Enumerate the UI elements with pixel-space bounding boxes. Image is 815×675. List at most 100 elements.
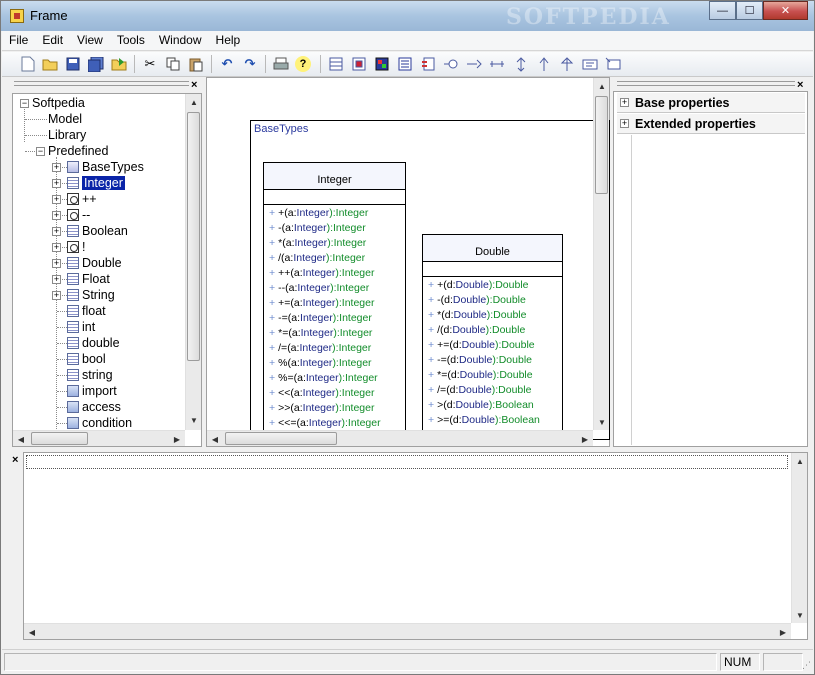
class-operation[interactable]: + ++(a:Integer):Integer [269,266,374,281]
output-horizontal-scrollbar[interactable]: ◀ ▶ [24,623,791,639]
menu-window[interactable]: Window [152,31,209,50]
tree-node-item[interactable]: BaseTypes [82,159,144,175]
minimize-button[interactable]: — [709,1,736,20]
canvas-hscroll-thumb[interactable] [225,432,337,445]
help-icon[interactable]: ? [295,56,311,72]
class-operation[interactable]: + +=(d:Double):Double [428,338,535,353]
class-icon[interactable] [327,55,345,73]
tree-node-item[interactable]: double [82,335,120,351]
collapse-minus-icon[interactable]: − [36,147,45,156]
print-icon[interactable] [272,55,290,73]
component-icon[interactable] [419,55,437,73]
class-operation[interactable]: + *=(a:Integer):Integer [269,326,372,341]
expand-plus-icon[interactable]: + [52,291,61,300]
package-icon[interactable] [350,55,368,73]
canvas-vertical-scrollbar[interactable]: ▲ ▼ [593,78,609,430]
properties-panel-grip[interactable] [617,81,795,86]
class-operation[interactable]: +/(a:Integer):Integer [269,251,365,266]
dependency-icon[interactable] [512,55,530,73]
class-operation[interactable]: + %=(a:Integer):Integer [269,371,378,386]
scroll-left-arrow-icon[interactable]: ◀ [24,624,40,640]
image-icon[interactable] [373,55,391,73]
menu-view[interactable]: View [70,31,110,50]
diagram-canvas[interactable]: BaseTypes Integer + +(a:Integer):Integer +… [206,77,610,447]
tree-node-root[interactable]: Softpedia [32,95,85,111]
scroll-up-arrow-icon[interactable]: ▲ [186,94,202,110]
expand-plus-icon[interactable]: + [52,179,61,188]
save-icon[interactable] [64,55,82,73]
canvas-scroll-thumb[interactable] [595,96,608,194]
menu-help[interactable]: Help [209,31,248,50]
scroll-up-arrow-icon[interactable]: ▲ [594,78,610,94]
class-operation[interactable]: + >=(d:Double):Boolean [428,413,540,428]
tree-panel-close-icon[interactable]: × [191,79,197,91]
maximize-button[interactable]: ☐ [736,1,763,20]
expand-plus-icon[interactable]: + [52,227,61,236]
title-bar[interactable]: Frame SOFTPEDIA — ☐ ✕ [1,1,814,31]
undo-icon[interactable]: ↶ [218,55,236,73]
expand-plus-icon[interactable]: + [52,211,61,220]
tree-node-item[interactable]: Boolean [82,223,128,239]
tree-node-item[interactable]: String [82,287,115,303]
tree-node-item[interactable]: Integer [82,175,125,191]
tree-node-item[interactable]: ++ [82,191,97,207]
scroll-right-arrow-icon[interactable]: ▶ [775,624,791,640]
object-icon[interactable] [396,55,414,73]
class-box-double[interactable]: Double + +(d:Double):Double + -(d:Double):D… [422,234,563,442]
class-operation[interactable]: + *(a:Integer):Integer [269,236,366,251]
tree-node-item[interactable]: int [82,319,95,335]
class-operation[interactable]: + <<=(a:Integer):Integer [269,416,381,431]
expand-plus-icon[interactable]: + [52,275,61,284]
menu-edit[interactable]: Edit [35,31,70,50]
output-panel[interactable]: ▲ ▼ ◀ ▶ [23,452,808,640]
class-operation[interactable]: + *(d:Double):Double [428,308,526,323]
tree-hscroll-thumb[interactable] [31,432,88,445]
output-panel-close-icon[interactable]: × [12,454,18,466]
class-operation[interactable]: + -=(a:Integer):Integer [269,311,372,326]
canvas-horizontal-scrollbar[interactable]: ◀ ▶ [207,430,593,446]
tree-node-item[interactable]: access [82,399,121,415]
tree-node-model[interactable]: Model [48,111,82,127]
export-icon[interactable] [110,55,128,73]
association-icon[interactable] [465,55,483,73]
class-operation[interactable]: + +(d:Double):Double [428,278,529,293]
class-operation[interactable]: +/=(d:Double):Double [428,383,531,398]
expand-plus-icon[interactable]: + [52,195,61,204]
tree-scroll-thumb[interactable] [187,112,200,361]
realization-icon[interactable] [558,55,576,73]
menu-tools[interactable]: Tools [110,31,152,50]
tree-node-library[interactable]: Library [48,127,86,143]
class-operation[interactable]: +/(d:Double):Double [428,323,525,338]
expand-plus-icon[interactable]: + [52,259,61,268]
scroll-left-arrow-icon[interactable]: ◀ [207,431,223,447]
tree-node-item[interactable]: ! [82,239,85,255]
tree-node-item[interactable]: string [82,367,113,383]
expand-plus-icon[interactable]: + [52,243,61,252]
tree-node-item[interactable]: Float [82,271,110,287]
redo-icon[interactable]: ↷ [241,55,259,73]
tree-vertical-scrollbar[interactable]: ▲ ▼ [185,94,201,430]
output-vertical-scrollbar[interactable]: ▲ ▼ [791,453,807,623]
class-operation[interactable]: + --(a:Integer):Integer [269,281,369,296]
close-button[interactable]: ✕ [763,1,808,20]
tree-node-item[interactable]: Double [82,255,122,271]
class-operation[interactable]: + -(d:Double):Double [428,293,526,308]
base-properties-section[interactable]: + Base properties [617,93,805,113]
class-operation[interactable]: + <<(a:Integer):Integer [269,386,374,401]
scroll-down-arrow-icon[interactable]: ▼ [792,607,808,623]
aggregation-icon[interactable] [488,55,506,73]
paste-icon[interactable] [187,55,205,73]
open-folder-icon[interactable] [41,55,59,73]
scroll-down-arrow-icon[interactable]: ▼ [186,412,202,428]
scroll-up-arrow-icon[interactable]: ▲ [792,453,808,469]
generalization-icon[interactable] [535,55,553,73]
class-operation[interactable]: + +=(a:Integer):Integer [269,296,374,311]
tree-node-predefined[interactable]: Predefined [48,143,108,159]
expand-plus-icon[interactable]: + [620,98,629,107]
tree-node-item[interactable]: float [82,303,106,319]
properties-panel-close-icon[interactable]: × [797,79,803,91]
tree-node-item[interactable]: bool [82,351,106,367]
class-operation[interactable]: + >(d:Double):Boolean [428,398,534,413]
copy-icon[interactable] [164,55,182,73]
note-link-icon[interactable] [604,55,622,73]
